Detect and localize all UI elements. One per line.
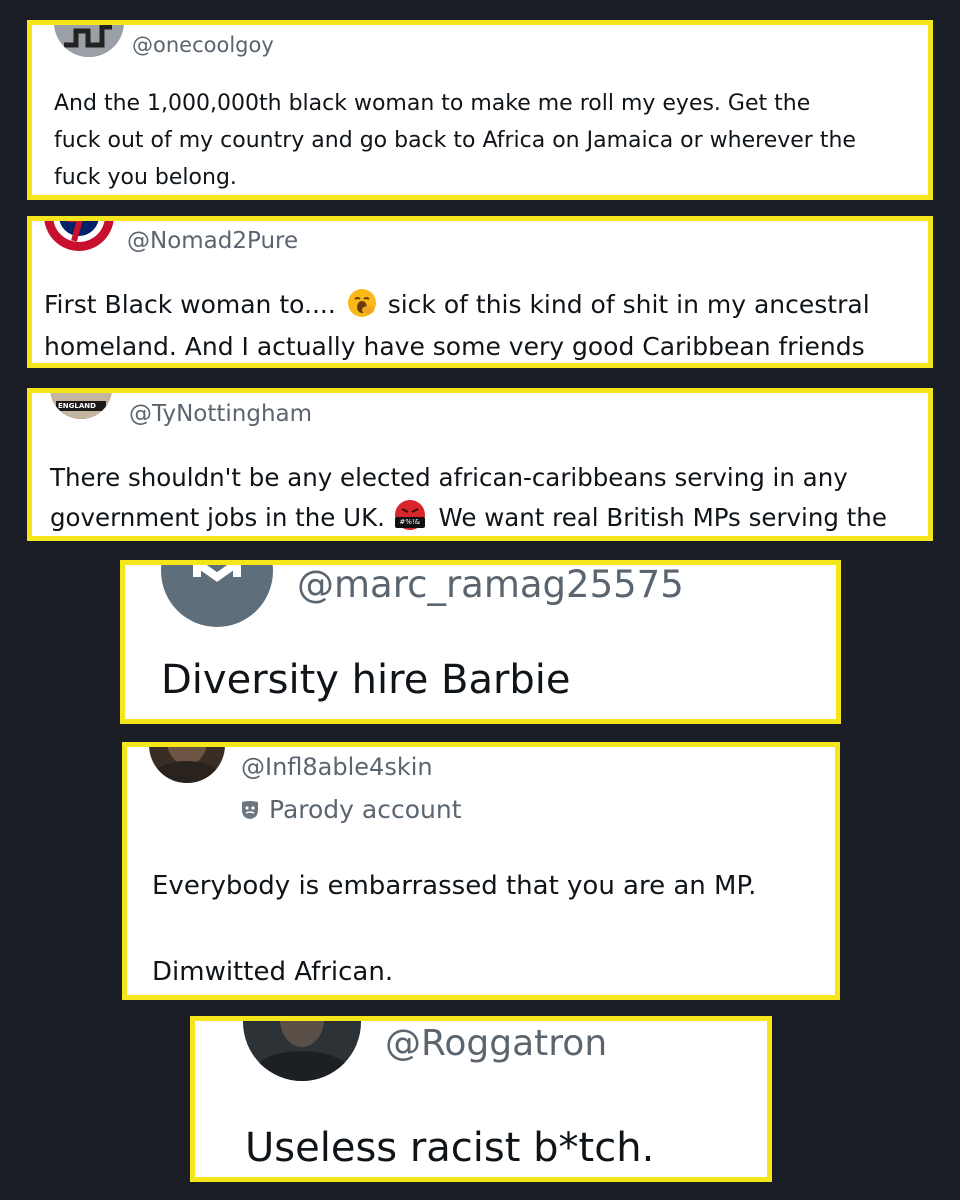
reply-card-onecoolgoy: @onecoolgoy And the 1,000,000th black wo… (27, 20, 933, 200)
reply-text-line: fuck you belong. (54, 165, 237, 190)
reply-text: And the 1,000,000th black woman to make … (54, 85, 856, 195)
face-with-symbols-icon: #%!& (394, 500, 425, 530)
reply-text-line: And the 1,000,000th black woman to make … (54, 91, 811, 116)
reply-card-infl8able4skin: @Infl8able4skin Parody account Everybody… (122, 742, 840, 1000)
reply-card-marc-ramag25575: @marc_ramag25575 Diversity hire Barbie (120, 560, 841, 724)
reply-text-segment: First Black woman to.... (44, 290, 336, 319)
reply-text: Useless racist b*tch. (245, 1125, 655, 1171)
reply-handle[interactable]: @onecoolgoy (132, 33, 274, 57)
reply-text: First Black woman to.... sick of this ki… (44, 284, 870, 363)
avatar-label: ENGLAND (58, 402, 96, 410)
reply-text-line: government jobs in the UK. #%!& We want … (50, 498, 887, 536)
avatar[interactable] (54, 25, 124, 57)
reply-handle[interactable]: @TyNottingham (129, 401, 312, 427)
reply-text-segment: government jobs in the UK. (50, 503, 385, 532)
reply-text-line: Dimwitted African. (152, 957, 394, 987)
reply-handle[interactable]: @Nomad2Pure (127, 228, 298, 254)
parody-account-text: Parody account (269, 795, 462, 824)
reply-handle[interactable]: @Roggatron (385, 1023, 607, 1064)
yawning-face-icon (347, 289, 376, 317)
avatar[interactable]: ENGLAND (50, 393, 112, 419)
reply-card-roggatron: @Roggatron Useless racist b*tch. (190, 1016, 772, 1182)
avatar[interactable] (161, 565, 273, 627)
reply-handle[interactable]: @marc_ramag25575 (297, 565, 684, 606)
reply-text-line: homeland. And I actually have some very … (44, 332, 865, 361)
reply-text-line: First Black woman to.... sick of this ki… (44, 284, 870, 326)
reply-text: Diversity hire Barbie (161, 657, 571, 703)
avatar[interactable] (149, 747, 225, 783)
reply-text: There shouldn't be any elected african-c… (50, 458, 887, 536)
avatar[interactable] (44, 221, 114, 251)
reply-text: Everybody is embarrassed that you are an… (152, 865, 756, 993)
reply-text-segment: sick of this kind of shit in my ancestra… (387, 290, 870, 319)
avatar[interactable] (243, 1021, 361, 1081)
reply-card-tynottingham: ENGLAND @TyNottingham There shouldn't be… (27, 388, 933, 541)
theater-mask-icon (241, 797, 259, 819)
reply-text-line: fuck out of my country and go back to Af… (54, 128, 856, 153)
reply-text-line: There shouldn't be any elected african-c… (50, 463, 848, 492)
reply-card-nomad2pure: @Nomad2Pure First Black woman to.... sic… (27, 216, 933, 368)
reply-text-segment: We want real British MPs serving the (438, 503, 887, 532)
reply-text-line: Everybody is embarrassed that you are an… (152, 871, 757, 901)
parody-account-label: Parody account (241, 795, 462, 824)
reply-handle[interactable]: @Infl8able4skin (241, 753, 433, 781)
